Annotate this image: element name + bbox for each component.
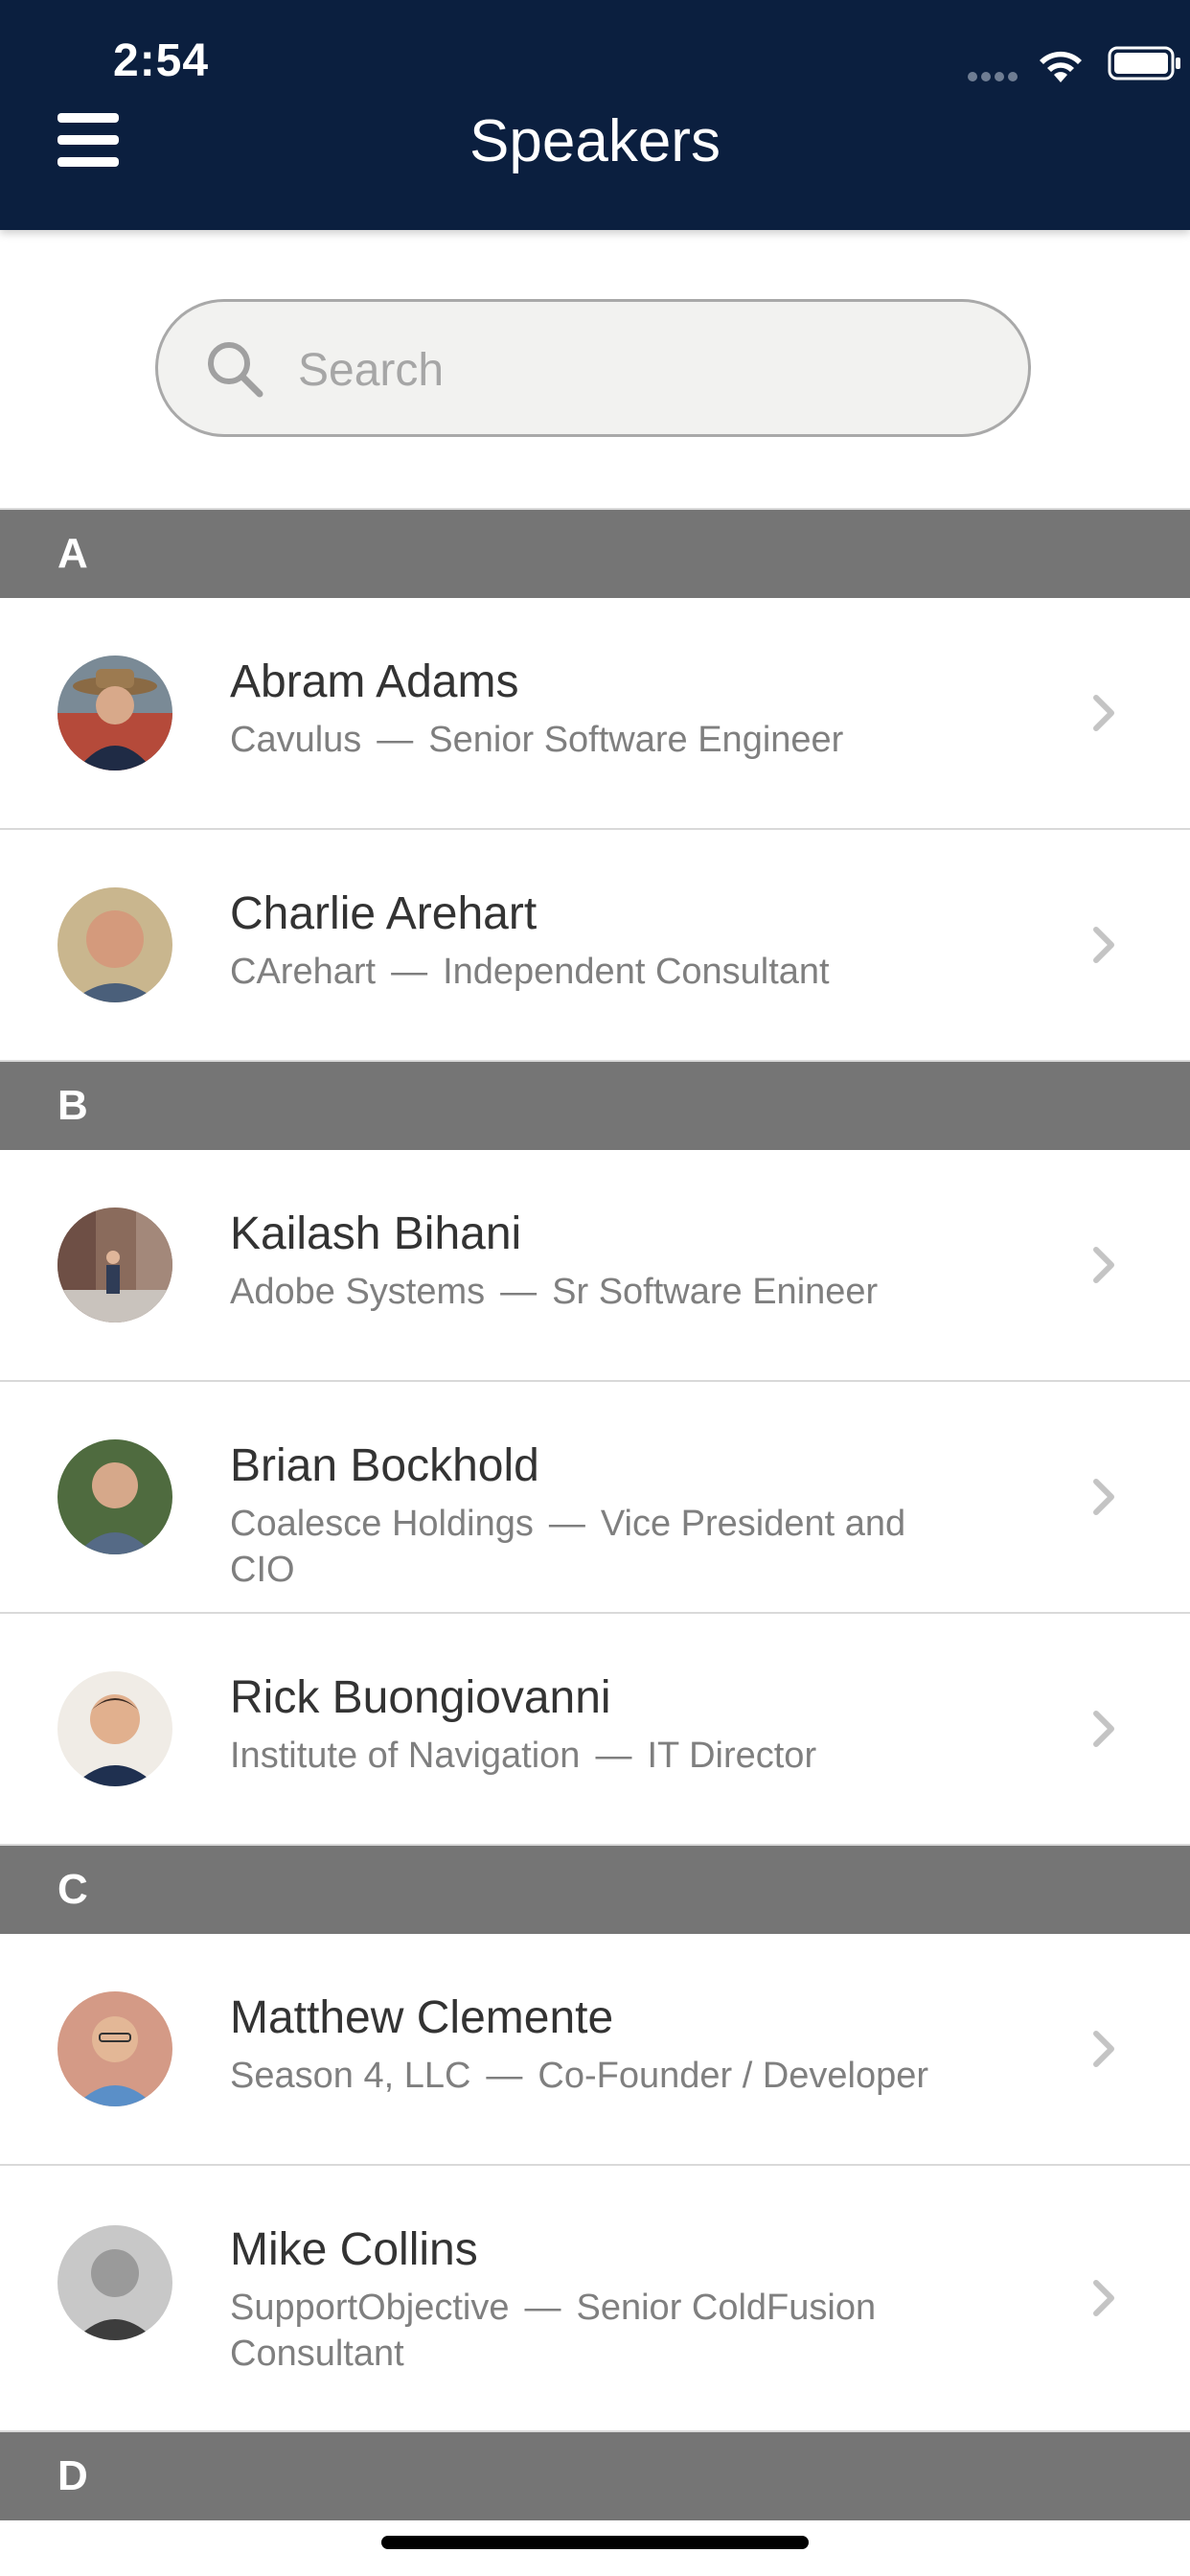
speaker-subtitle: Coalesce Holdings — Vice President and CIO bbox=[230, 1501, 977, 1593]
separator: — bbox=[500, 1272, 538, 1312]
chevron-right-icon bbox=[1093, 1479, 1114, 1515]
speaker-name: Matthew Clemente bbox=[230, 1992, 614, 2043]
speaker-subtitle: Institute of Navigation — IT Director bbox=[230, 1733, 977, 1779]
chevron-right-icon bbox=[1093, 1247, 1114, 1283]
speaker-job-title: Senior Software Engineer bbox=[428, 720, 844, 760]
speaker-row-brian-bockhold[interactable]: Brian Bockhold Coalesce Holdings — Vice Pr… bbox=[0, 1382, 1190, 1614]
section-header-a: A bbox=[0, 510, 1190, 598]
chevron-right-icon bbox=[1093, 927, 1114, 963]
separator: — bbox=[391, 952, 428, 992]
chevron-right-icon bbox=[1093, 695, 1114, 731]
speaker-job-title: IT Director bbox=[647, 1736, 817, 1776]
speaker-subtitle: CArehart — Independent Consultant bbox=[230, 949, 977, 995]
separator: — bbox=[595, 1736, 632, 1776]
speaker-name: Kailash Bihani bbox=[230, 1208, 522, 1259]
speaker-name: Abram Adams bbox=[230, 656, 519, 707]
speaker-name: Charlie Arehart bbox=[230, 888, 538, 939]
chevron-right-icon bbox=[1093, 2280, 1114, 2316]
speaker-job-title: Independent Consultant bbox=[443, 952, 830, 992]
avatar bbox=[57, 1991, 172, 2106]
speaker-list[interactable]: A Abram Adams Cavulus — Senior Software En… bbox=[0, 510, 1190, 2520]
search-area bbox=[0, 230, 1190, 510]
battery-icon bbox=[1108, 46, 1180, 80]
avatar bbox=[57, 1671, 172, 1786]
search-icon bbox=[208, 342, 263, 398]
separator: — bbox=[524, 2288, 561, 2328]
speaker-row-mike-collins[interactable]: Mike Collins SupportObjective — Senior Col… bbox=[0, 2166, 1190, 2432]
speaker-row-abram-adams[interactable]: Abram Adams Cavulus — Senior Software Engi… bbox=[0, 598, 1190, 830]
home-indicator[interactable] bbox=[381, 2536, 809, 2549]
avatar bbox=[57, 656, 172, 770]
speaker-subtitle: Adobe Systems — Sr Software Enineer bbox=[230, 1269, 977, 1315]
search-field[interactable] bbox=[155, 299, 1031, 437]
avatar bbox=[57, 887, 172, 1002]
speaker-company: Institute of Navigation bbox=[230, 1736, 581, 1776]
speaker-name: Brian Bockhold bbox=[230, 1440, 539, 1491]
section-header-d: D bbox=[0, 2432, 1190, 2520]
speaker-company: CArehart bbox=[230, 952, 377, 992]
section-header-b: B bbox=[0, 1062, 1190, 1150]
separator: — bbox=[486, 2056, 523, 2096]
speaker-job-title: Sr Software Enineer bbox=[552, 1272, 879, 1312]
wifi-icon bbox=[1040, 51, 1082, 82]
speaker-row-matthew-clemente[interactable]: Matthew Clemente Season 4, LLC — Co-Founde… bbox=[0, 1934, 1190, 2166]
page-title: Speakers bbox=[469, 108, 721, 174]
avatar bbox=[57, 1208, 172, 1322]
speaker-company: Adobe Systems bbox=[230, 1272, 486, 1312]
speaker-row-charlie-arehart[interactable]: Charlie Arehart CArehart — Independent Con… bbox=[0, 830, 1190, 1062]
speaker-company: Coalesce Holdings bbox=[230, 1504, 534, 1544]
navigation-bar: 2:54 Speakers bbox=[0, 0, 1190, 230]
speaker-row-rick-buongiovanni[interactable]: Rick Buongiovanni Institute of Navigatio… bbox=[0, 1614, 1190, 1846]
speaker-company: Season 4, LLC bbox=[230, 2056, 471, 2096]
separator: — bbox=[377, 720, 414, 760]
speaker-name: Mike Collins bbox=[230, 2224, 478, 2275]
speaker-job-title: Co-Founder / Developer bbox=[538, 2056, 929, 2096]
chevron-right-icon bbox=[1093, 2031, 1114, 2067]
avatar bbox=[57, 1439, 172, 1554]
chevron-right-icon bbox=[1093, 1711, 1114, 1747]
speaker-name: Rick Buongiovanni bbox=[230, 1672, 611, 1723]
search-input[interactable] bbox=[296, 333, 971, 407]
speaker-subtitle: SupportObjective — Senior ColdFusion Consu… bbox=[230, 2285, 977, 2377]
avatar bbox=[57, 2225, 172, 2340]
speaker-subtitle: Cavulus — Senior Software Engineer bbox=[230, 717, 977, 763]
status-time: 2:54 bbox=[113, 35, 210, 86]
separator: — bbox=[548, 1504, 585, 1544]
signal-icon bbox=[968, 69, 1021, 86]
section-header-c: C bbox=[0, 1846, 1190, 1934]
speaker-row-kailash-bihani[interactable]: Kailash Bihani Adobe Systems — Sr Software… bbox=[0, 1150, 1190, 1382]
speaker-subtitle: Season 4, LLC — Co-Founder / Developer bbox=[230, 2053, 977, 2099]
speaker-company: Cavulus bbox=[230, 720, 362, 760]
speaker-company: SupportObjective bbox=[230, 2288, 510, 2328]
